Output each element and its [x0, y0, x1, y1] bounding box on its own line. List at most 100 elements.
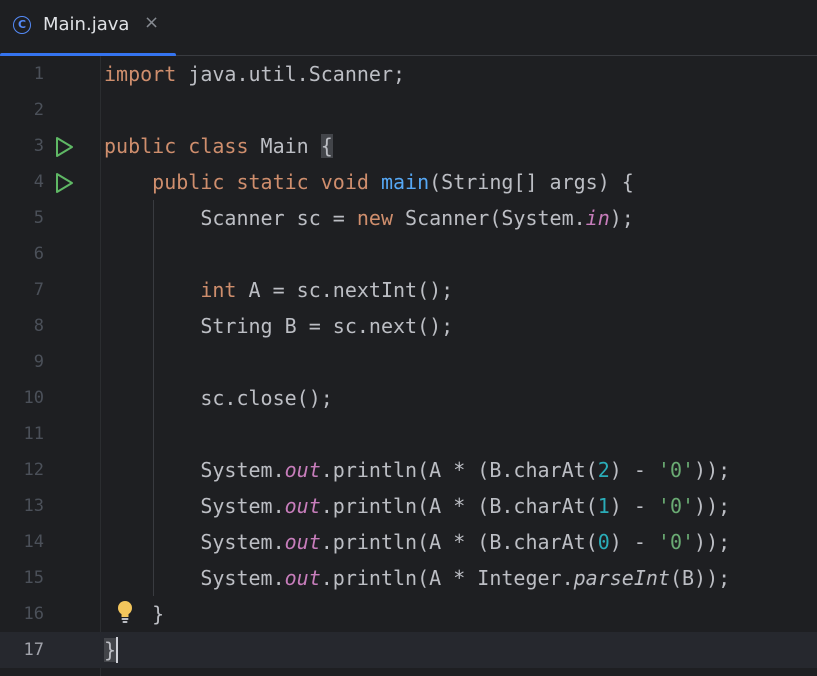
code-token: '0' [657, 494, 695, 518]
code-token: sc.close(); [104, 386, 333, 410]
current-code-line[interactable]: 17 } [0, 632, 817, 668]
code-token: ) - [609, 458, 658, 482]
code-token: parseInt [573, 566, 670, 590]
code-token: Scanner(System. [393, 206, 586, 230]
code-line[interactable]: 9 [0, 344, 817, 380]
code-token: public static void [104, 170, 381, 194]
code-line[interactable]: 11 [0, 416, 817, 452]
code-token: System. [104, 458, 285, 482]
code-line[interactable]: 1 import java.util.Scanner; [0, 56, 817, 92]
line-number: 7 [33, 280, 44, 300]
code-token: '0' [657, 530, 695, 554]
tab-title: Main.java [43, 14, 130, 35]
editor-tab-bar: C Main.java × [0, 0, 817, 57]
code-token: public class [104, 134, 249, 158]
indent-guide [153, 200, 154, 596]
line-number: 5 [33, 208, 44, 228]
code-token: (B)); [669, 566, 731, 590]
code-token: out [284, 458, 321, 482]
code-token: System. [104, 566, 285, 590]
code-text[interactable]: int A = sc.nextInt(); [104, 272, 453, 308]
code-token: in [585, 206, 610, 230]
line-number: 2 [33, 100, 44, 120]
line-number: 1 [33, 64, 44, 84]
code-token: main [380, 170, 430, 194]
code-token: int [104, 278, 237, 302]
code-token: out [284, 494, 321, 518]
code-token: java.util.Scanner; [176, 62, 406, 86]
code-text[interactable]: String B = sc.next(); [104, 308, 453, 344]
code-token: } [104, 602, 165, 626]
code-text[interactable]: System.out.println(A * (B.charAt(0) - '0… [104, 524, 730, 560]
code-token: A = sc.nextInt(); [236, 278, 454, 302]
code-token: .println(A * (B.charAt( [320, 458, 598, 482]
code-line[interactable]: 13 System.out.println(A * (B.charAt(1) -… [0, 488, 817, 524]
line-number: 3 [33, 136, 44, 156]
line-number: 10 [23, 388, 44, 408]
code-line[interactable]: 10 sc.close(); [0, 380, 817, 416]
line-number: 17 [23, 640, 44, 660]
line-number: 12 [23, 460, 44, 480]
code-text[interactable]: public class Main { [104, 128, 333, 164]
code-line[interactable]: 5 Scanner sc = new Scanner(System.in); [0, 200, 817, 236]
code-token: 2 [597, 458, 610, 482]
run-main-icon[interactable] [53, 172, 75, 194]
matched-brace: { [320, 134, 333, 158]
code-text[interactable]: public static void main(String[] args) { [104, 164, 634, 200]
line-number: 8 [33, 316, 44, 336]
code-text[interactable]: import java.util.Scanner; [104, 56, 405, 92]
code-line[interactable]: 3 public class Main { [0, 128, 817, 164]
code-token: ); [609, 206, 634, 230]
text-caret [116, 637, 118, 663]
code-text[interactable]: } [104, 632, 117, 668]
code-token: Main [248, 134, 321, 158]
code-text[interactable]: sc.close(); [104, 380, 333, 416]
code-text[interactable]: System.out.println(A * Integer.parseInt(… [104, 560, 730, 596]
line-number: 14 [23, 532, 44, 552]
code-token: out [284, 566, 321, 590]
code-line[interactable]: 12 System.out.println(A * (B.charAt(2) -… [0, 452, 817, 488]
code-editor[interactable]: 1 import java.util.Scanner; 2 3 public c… [0, 56, 817, 676]
code-text[interactable]: Scanner sc = new Scanner(System.in); [104, 200, 634, 236]
code-token: ) - [609, 530, 658, 554]
code-line[interactable]: 2 [0, 92, 817, 128]
code-token: (String[] args) { [429, 170, 634, 194]
close-icon[interactable]: × [144, 12, 159, 33]
code-line[interactable]: 7 int A = sc.nextInt(); [0, 272, 817, 308]
code-token: )); [694, 494, 731, 518]
code-line[interactable]: 6 [0, 236, 817, 272]
java-class-icon: C [13, 16, 31, 34]
code-line[interactable]: 15 System.out.println(A * Integer.parseI… [0, 560, 817, 596]
code-token: 0 [597, 530, 610, 554]
line-number: 16 [23, 604, 44, 624]
code-token: import [104, 62, 177, 86]
code-token: )); [694, 458, 731, 482]
code-text[interactable]: } [104, 596, 164, 632]
line-number: 15 [23, 568, 44, 588]
line-number: 11 [23, 424, 44, 444]
code-line[interactable]: 8 String B = sc.next(); [0, 308, 817, 344]
code-token: ) - [609, 494, 658, 518]
run-class-icon[interactable] [53, 136, 75, 158]
code-token: 1 [597, 494, 610, 518]
matched-brace: } [104, 638, 117, 662]
code-token: out [284, 530, 321, 554]
code-text[interactable]: System.out.println(A * (B.charAt(1) - '0… [104, 488, 730, 524]
code-token: .println(A * Integer. [320, 566, 574, 590]
code-token: new [356, 206, 393, 230]
code-token: System. [104, 494, 285, 518]
code-text[interactable]: System.out.println(A * (B.charAt(2) - '0… [104, 452, 730, 488]
line-number: 4 [33, 172, 44, 192]
code-line[interactable]: 4 public static void main(String[] args)… [0, 164, 817, 200]
code-token: String B = sc.next(); [104, 314, 454, 338]
code-token: Scanner sc = [104, 206, 357, 230]
tab-main-java[interactable]: C Main.java × [0, 0, 176, 57]
line-number: 6 [33, 244, 44, 264]
intention-bulb-icon[interactable] [116, 600, 134, 626]
line-number: 13 [23, 496, 44, 516]
code-line[interactable]: 14 System.out.println(A * (B.charAt(0) -… [0, 524, 817, 560]
code-token: .println(A * (B.charAt( [320, 530, 598, 554]
code-token: .println(A * (B.charAt( [320, 494, 598, 518]
code-token: System. [104, 530, 285, 554]
line-number: 9 [33, 352, 44, 372]
